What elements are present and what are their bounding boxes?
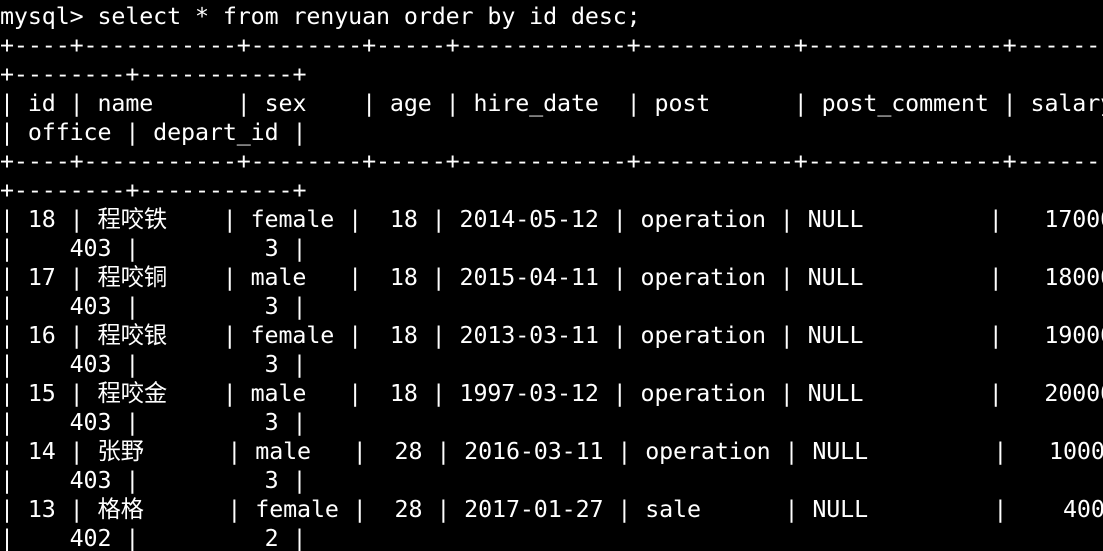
- table-row-wrap: | 403 | 3 |: [0, 351, 307, 378]
- terminal-command-line: mysql> select * from renyuan order by id…: [0, 3, 641, 30]
- terminal-window[interactable]: mysql> select * from renyuan order by id…: [0, 0, 1103, 551]
- table-border-line: +--------+-----------+: [0, 177, 307, 204]
- table-row: | 16 | 程咬银 | female | 18 | 2013-03-11 | …: [0, 322, 1103, 349]
- table-row-wrap: | 403 | 3 |: [0, 293, 307, 320]
- table-row: | 13 | 格格 | female | 28 | 2017-01-27 | s…: [0, 496, 1103, 523]
- table-row: | 14 | 张野 | male | 28 | 2016-03-11 | ope…: [0, 438, 1103, 465]
- table-row-wrap: | 402 | 2 |: [0, 525, 307, 551]
- table-row-wrap: | 403 | 3 |: [0, 409, 307, 436]
- table-row-wrap: | 403 | 3 |: [0, 235, 307, 262]
- table-row: | 18 | 程咬铁 | female | 18 | 2014-05-12 | …: [0, 206, 1103, 233]
- table-row: | 17 | 程咬铜 | male | 18 | 2015-04-11 | op…: [0, 264, 1103, 291]
- table-border-line: +----+-----------+--------+-----+-------…: [0, 32, 1103, 59]
- table-header-row: | id | name | sex | age | hire_date | po…: [0, 90, 1103, 117]
- table-row: | 15 | 程咬金 | male | 18 | 1997-03-12 | op…: [0, 380, 1103, 407]
- table-row-wrap: | 403 | 3 |: [0, 467, 307, 494]
- table-border-line: +--------+-----------+: [0, 61, 307, 88]
- table-header-row-wrap: | office | depart_id |: [0, 119, 307, 146]
- table-border-line: +----+-----------+--------+-----+-------…: [0, 148, 1103, 175]
